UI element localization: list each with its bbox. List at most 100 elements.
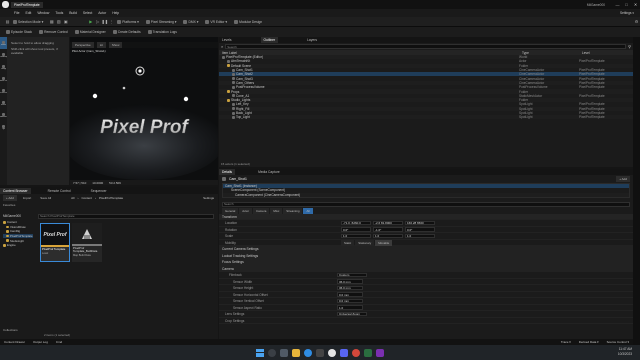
filter-tab-camera[interactable]: Camera: [253, 207, 270, 214]
derived-data-button[interactable]: Derived Data ▾: [579, 340, 599, 344]
col-item-label[interactable]: Item Label: [222, 51, 522, 55]
menu-select[interactable]: Select: [83, 11, 92, 15]
collections-header[interactable]: Collections: [3, 328, 18, 332]
sensor-value[interactable]: 0.0 mm: [337, 298, 363, 304]
maximize-button[interactable]: □: [622, 2, 631, 7]
details-search-input[interactable]: Search: [222, 202, 630, 207]
app-icon[interactable]: [364, 348, 372, 357]
show-button[interactable]: Show: [108, 42, 123, 48]
tab-media-capture[interactable]: Media Capture: [255, 169, 283, 175]
sensor-value[interactable]: 0.0 mm: [337, 292, 363, 297]
cb-add-button[interactable]: + Add: [3, 195, 17, 201]
mode-foliage[interactable]: Foliage: [0, 61, 7, 73]
cinematics-icon[interactable]: ▣: [62, 18, 69, 25]
filter-tab-streaming[interactable]: Streaming: [283, 207, 303, 214]
cb-settings-button[interactable]: Settings: [203, 196, 214, 200]
platforms-dropdown[interactable]: Platforms ▾: [115, 19, 141, 25]
lens-select[interactable]: Universal Zoom: [337, 311, 367, 317]
save-icon[interactable]: ▤: [4, 18, 11, 25]
add-component-button[interactable]: + Add: [616, 175, 630, 182]
asset-tile-level[interactable]: Pixel Prof PixelProf Template Level: [40, 223, 70, 262]
mobility-stationary[interactable]: Stationary: [355, 239, 375, 246]
mode-fracture[interactable]: Fracture: [0, 85, 7, 97]
cb-project-root[interactable]: MiiGame000: [3, 214, 21, 218]
close-button[interactable]: ✕: [631, 2, 640, 7]
skip-icon[interactable]: ▷: [94, 18, 101, 25]
menu-file[interactable]: File: [14, 11, 19, 15]
filter-tab-actor[interactable]: Actor: [239, 207, 253, 214]
modular-design-button[interactable]: Modular Design: [232, 19, 264, 25]
pause-icon[interactable]: ❚❚: [101, 18, 108, 25]
menu-edit[interactable]: Edit: [25, 11, 31, 15]
filmback-select[interactable]: Custom: [337, 272, 367, 278]
menu-tools[interactable]: Tools: [55, 11, 63, 15]
light-gizmo-left[interactable]: [92, 93, 98, 99]
filter-tab-general[interactable]: General: [222, 207, 239, 214]
transform-value[interactable]: 0.0°: [341, 227, 371, 232]
content-drawer-button[interactable]: Content Drawer: [4, 340, 25, 344]
more-icon[interactable]: ⋮: [108, 18, 115, 25]
menu-help[interactable]: Help: [112, 11, 119, 15]
output-log-button[interactable]: Output Log: [33, 340, 48, 344]
path-project[interactable]: PixelProfTemplate: [99, 196, 123, 200]
sensor-value[interactable]: 1.0: [337, 305, 363, 310]
outliner-row[interactable]: Top_Light SpotLight PixelProfTemplate: [219, 115, 633, 120]
path-all[interactable]: All: [71, 196, 74, 200]
lit-button[interactable]: Lit: [96, 42, 106, 48]
cmd-input[interactable]: Cmd: [56, 340, 62, 344]
selection-mode-dropdown[interactable]: Selection Mode ▾: [11, 19, 45, 25]
cb-search-input[interactable]: Search PixelProfTemplate: [38, 214, 214, 219]
outliner-search-input[interactable]: Search: [225, 44, 627, 49]
mobility-movable[interactable]: Movable: [375, 239, 393, 246]
mode-light[interactable]: Light: [0, 121, 7, 133]
tab-layers[interactable]: Layers: [304, 37, 320, 43]
toolbar2-item-1[interactable]: Remove Control: [37, 29, 70, 35]
settings-menu[interactable]: Settings ▾: [620, 11, 634, 15]
right-scrollbar[interactable]: [633, 37, 640, 345]
play-icon[interactable]: ▶: [87, 18, 94, 25]
toolbar2-item-2[interactable]: Material Designer: [73, 29, 108, 35]
cb-import-button[interactable]: Import: [20, 195, 35, 201]
mode-mesh-paint[interactable]: Mesh Paint: [0, 73, 7, 85]
favorites-row[interactable]: Favorites: [0, 202, 218, 208]
store-icon[interactable]: [316, 348, 324, 357]
content-icon[interactable]: ▦: [48, 18, 55, 25]
mode-landscape[interactable]: Landscape: [0, 49, 7, 61]
windows-start-icon[interactable]: [256, 348, 264, 357]
perspective-button[interactable]: Perspective: [72, 42, 94, 48]
mode-select[interactable]: Select: [0, 37, 7, 49]
task-view-icon[interactable]: [280, 348, 288, 357]
explorer-icon[interactable]: [292, 348, 300, 357]
sensor-value[interactable]: 36.0 mm: [337, 285, 363, 291]
transform-value[interactable]: 1.0: [405, 233, 435, 239]
edge-icon[interactable]: [304, 348, 312, 357]
dmx-dropdown[interactable]: DMX ▾: [181, 19, 200, 25]
asset-tile-builtdata[interactable]: PixelProf Template_BuiltData Map Build D…: [72, 223, 102, 262]
unreal-taskbar-icon[interactable]: [328, 348, 336, 357]
tab-levels[interactable]: Levels: [219, 37, 235, 43]
tab-details[interactable]: Details: [219, 169, 236, 175]
tab-sequencer[interactable]: Sequencer: [88, 188, 110, 194]
menu-build[interactable]: Build: [69, 11, 77, 15]
transform-value[interactable]: 1.0: [341, 233, 371, 239]
col-type[interactable]: Type: [522, 51, 582, 55]
transform-value[interactable]: -71.0 -5260.0: [341, 220, 371, 226]
chrome-icon[interactable]: [352, 348, 360, 357]
filter-tab-misc[interactable]: Misc: [270, 207, 283, 214]
menu-actor[interactable]: Actor: [98, 11, 106, 15]
discord-icon[interactable]: [340, 348, 348, 357]
tab-remote-control[interactable]: Remote Control: [45, 188, 74, 194]
level-viewport[interactable]: Pixel Prof: [70, 37, 218, 180]
blueprint-icon[interactable]: ▧: [55, 18, 62, 25]
path-content[interactable]: Content: [81, 196, 92, 200]
transform-value[interactable]: -2.6 81.8000: [373, 220, 403, 226]
mode-brush[interactable]: Brush: [0, 97, 7, 109]
search-taskbar-icon[interactable]: [268, 348, 276, 357]
filter-icon[interactable]: ⚲: [628, 44, 631, 49]
vr-editor-dropdown[interactable]: VR Editor ▾: [203, 19, 229, 25]
filter-tab-all[interactable]: All: [303, 207, 313, 214]
cb-save-all-button[interactable]: Save All: [37, 195, 54, 201]
trace-button[interactable]: Trace ▾: [561, 340, 571, 344]
toolbar2-item-4[interactable]: Translation Logs: [146, 29, 179, 35]
tab-content-browser[interactable]: Content Browser: [0, 187, 31, 194]
